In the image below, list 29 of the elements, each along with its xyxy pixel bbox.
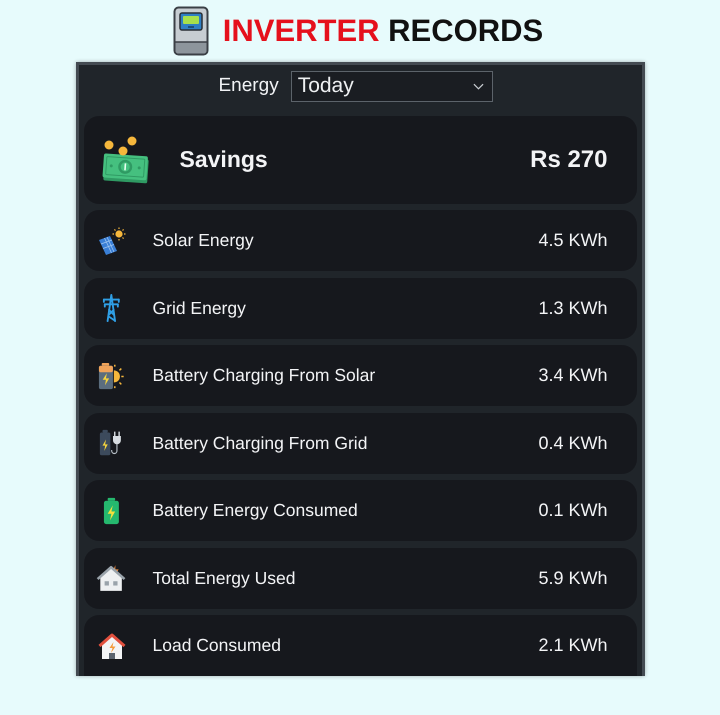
stat-label: Load Consumed xyxy=(152,635,281,656)
stat-label: Solar Energy xyxy=(152,230,254,251)
solar-panel-icon xyxy=(96,226,126,254)
battery-sun-icon xyxy=(98,362,125,390)
stat-value: 2.1 KWh xyxy=(538,635,608,656)
stat-value: 3.4 KWh xyxy=(538,365,608,386)
stat-label: Battery Energy Consumed xyxy=(152,500,358,521)
stat-label: Battery Charging From Solar xyxy=(152,365,376,386)
home-bolt-icon xyxy=(98,632,126,660)
app-title: INVERTER RECORDS xyxy=(222,13,544,49)
stat-value: 0.1 KWh xyxy=(538,500,608,521)
stat-value: 4.5 KWh xyxy=(538,230,608,251)
stat-value: 0.4 KWh xyxy=(538,432,608,454)
money-icon xyxy=(102,136,152,184)
stat-label: Battery Charging From Grid xyxy=(152,432,368,454)
battery-plug-icon xyxy=(99,429,124,457)
stat-value: 1.3 KWh xyxy=(538,298,608,318)
savings-label: Savings xyxy=(180,146,268,173)
house-bolt-icon xyxy=(96,564,127,592)
stat-label: Total Energy Used xyxy=(152,568,296,588)
chevron-down-icon xyxy=(472,82,484,90)
power-pylon-icon xyxy=(102,294,121,322)
savings-value: Rs 270 xyxy=(530,146,608,174)
stat-value: 5.9 KWh xyxy=(538,568,608,588)
inverter-icon xyxy=(172,6,209,56)
stat-label: Grid Energy xyxy=(152,298,246,318)
energy-label: Energy xyxy=(218,75,279,97)
period-select[interactable]: Today xyxy=(290,70,493,102)
battery-icon xyxy=(103,496,120,524)
